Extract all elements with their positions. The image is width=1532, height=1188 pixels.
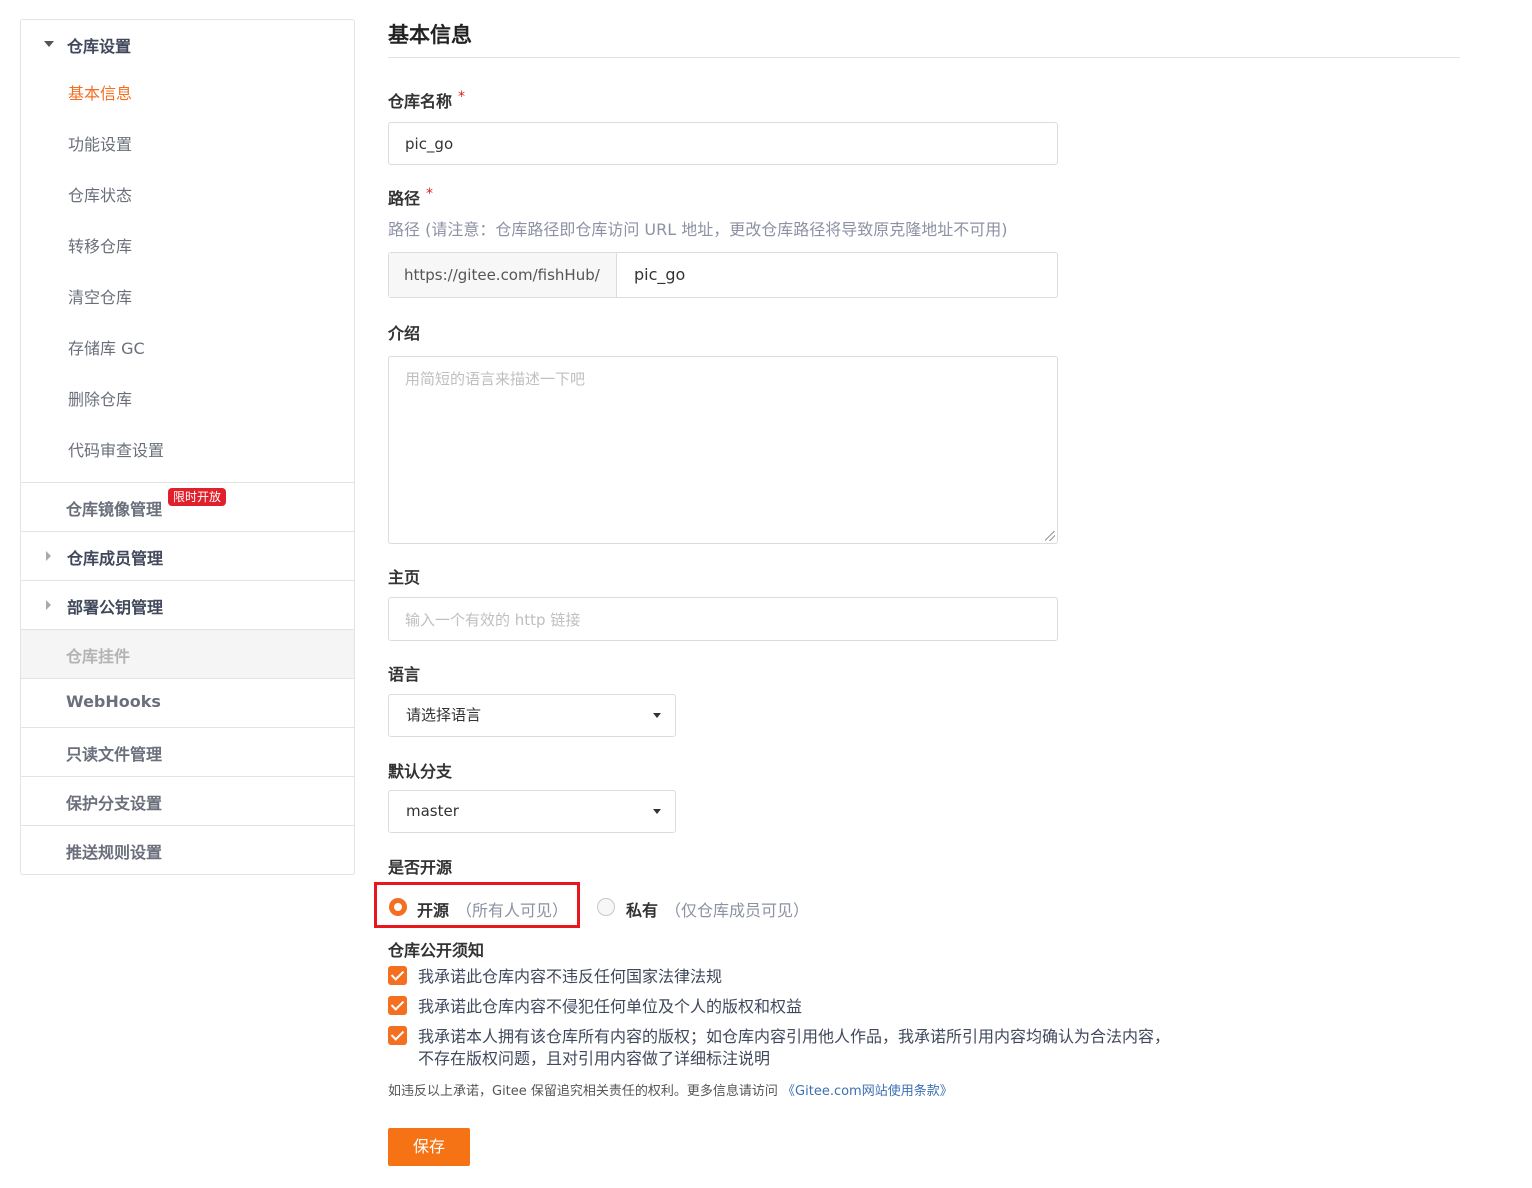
- repo-name-label: 仓库名称 *: [388, 89, 466, 111]
- caret-down-icon: [44, 41, 54, 47]
- intro-label: 介绍: [388, 324, 421, 343]
- checkbox-copyright[interactable]: [388, 1026, 407, 1045]
- settings-sidebar: 仓库设置 基本信息 功能设置 仓库状态 转移仓库 清空仓库 存储库 GC 删除仓…: [20, 19, 355, 875]
- checkbox-rights-label: 我承诺此仓库内容不侵犯任何单位及个人的版权和权益: [418, 997, 803, 1016]
- radio-open-note: （所有人可见）: [456, 901, 569, 920]
- sidebar-group-title: 仓库设置: [67, 37, 132, 56]
- divider: [388, 57, 1460, 58]
- limited-badge: 限时开放: [168, 488, 227, 506]
- sidebar-item-label: 仓库成员管理: [67, 549, 164, 568]
- radio-private[interactable]: [597, 898, 615, 916]
- page-title: 基本信息: [388, 23, 472, 47]
- sidebar-item-features[interactable]: 功能设置: [21, 119, 354, 170]
- sidebar-item-label: 仓库镜像管理: [66, 500, 163, 519]
- caret-right-icon: [46, 600, 51, 610]
- radio-private-note: （仅仓库成员可见）: [665, 901, 810, 920]
- sidebar-item-mirror[interactable]: 仓库镜像管理 限时开放: [21, 482, 354, 531]
- default-branch-select[interactable]: master: [388, 790, 676, 833]
- checkbox-copyright-label: 我承诺本人拥有该仓库所有内容的版权；如仓库内容引用他人作品，我承诺所引用内容均确…: [418, 1027, 1171, 1046]
- sidebar-item-clear[interactable]: 清空仓库: [21, 272, 354, 323]
- sidebar-item-readonly[interactable]: 只读文件管理: [21, 727, 354, 776]
- sidebar-item-delete[interactable]: 删除仓库: [21, 374, 354, 425]
- sidebar-item-label: 部署公钥管理: [67, 598, 164, 617]
- sidebar-item-label: WebHooks: [66, 692, 161, 711]
- save-button[interactable]: 保存: [388, 1128, 470, 1166]
- sidebar-group-deploy-keys[interactable]: 部署公钥管理: [21, 580, 354, 629]
- homepage-input[interactable]: 输入一个有效的 http 链接: [388, 597, 1058, 641]
- sidebar-item-webhooks[interactable]: WebHooks: [21, 678, 354, 727]
- intro-placeholder: 用简短的语言来描述一下吧: [405, 370, 586, 388]
- path-input-group: https://gitee.com/fishHub/ pic_go: [388, 252, 1058, 298]
- sidebar-item-push-rules[interactable]: 推送规则设置: [21, 825, 354, 874]
- terms-link[interactable]: 《Gitee.com网站使用条款》: [782, 1084, 953, 1099]
- language-select[interactable]: 请选择语言: [388, 694, 676, 737]
- sidebar-item-gc[interactable]: 存储库 GC: [21, 323, 354, 374]
- chevron-down-icon: [653, 713, 661, 718]
- sidebar-item-transfer[interactable]: 转移仓库: [21, 221, 354, 272]
- visibility-radio-group: 开源 （所有人可见） 私有 （仅仓库成员可见）: [374, 882, 1088, 928]
- checkbox-law[interactable]: [388, 966, 407, 985]
- intro-textarea[interactable]: 用简短的语言来描述一下吧: [388, 356, 1058, 544]
- default-branch-label: 默认分支: [388, 762, 453, 781]
- sidebar-item-basic-info[interactable]: 基本信息: [21, 68, 354, 119]
- homepage-placeholder: 输入一个有效的 http 链接: [405, 611, 581, 629]
- required-mark: *: [458, 89, 466, 105]
- checkbox-rights[interactable]: [388, 996, 407, 1015]
- branch-selected: master: [406, 802, 459, 820]
- sidebar-group-members[interactable]: 仓库成员管理: [21, 531, 354, 580]
- sidebar-item-code-review[interactable]: 代码审查设置: [21, 425, 354, 476]
- notice-title: 仓库公开须知: [388, 941, 485, 960]
- homepage-label: 主页: [388, 568, 421, 587]
- caret-right-icon: [46, 551, 51, 561]
- sidebar-item-label: 推送规则设置: [66, 843, 163, 862]
- checkbox-copyright-label-2: 不存在版权问题，且对引用内容做了详细标注说明: [418, 1049, 771, 1068]
- sidebar-group-settings-header[interactable]: 仓库设置: [21, 20, 354, 68]
- radio-private-label[interactable]: 私有: [626, 897, 658, 921]
- chevron-down-icon: [653, 809, 661, 814]
- visibility-label: 是否开源: [388, 858, 453, 877]
- path-label: 路径 *: [388, 186, 434, 208]
- sidebar-item-label: 保护分支设置: [66, 794, 163, 813]
- checkbox-law-label: 我承诺此仓库内容不违反任何国家法律法规: [418, 967, 723, 986]
- resize-handle-icon[interactable]: [1045, 531, 1055, 541]
- terms-note: 如违反以上承诺，Gitee 保留追究相关责任的权利。更多信息请访问 《Gitee…: [388, 1084, 953, 1099]
- repo-name-input[interactable]: pic_go: [388, 122, 1058, 165]
- radio-open-label[interactable]: 开源: [417, 897, 449, 921]
- sidebar-item-hooks: 仓库挂件: [21, 629, 354, 678]
- sidebar-item-status[interactable]: 仓库状态: [21, 170, 354, 221]
- sidebar-item-label: 仓库挂件: [66, 647, 131, 666]
- sidebar-item-label: 只读文件管理: [66, 745, 163, 764]
- radio-open[interactable]: [389, 898, 407, 916]
- required-mark: *: [426, 186, 434, 202]
- path-input[interactable]: pic_go: [634, 253, 685, 297]
- path-hint: 路径 (请注意：仓库路径即仓库访问 URL 地址，更改仓库路径将导致原克隆地址不…: [388, 220, 1008, 239]
- language-selected: 请选择语言: [406, 706, 482, 724]
- sidebar-group-settings: 仓库设置 基本信息 功能设置 仓库状态 转移仓库 清空仓库 存储库 GC 删除仓…: [21, 20, 354, 482]
- sidebar-item-protect-branch[interactable]: 保护分支设置: [21, 776, 354, 825]
- language-label: 语言: [388, 665, 421, 684]
- path-prefix: https://gitee.com/fishHub/: [389, 253, 617, 297]
